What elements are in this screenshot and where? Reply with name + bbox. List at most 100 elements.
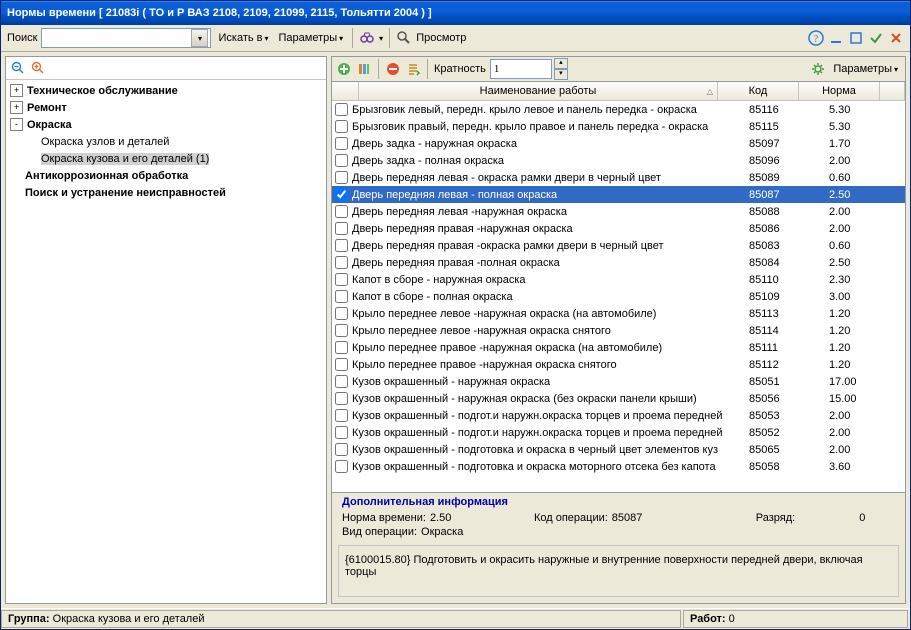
row-checkbox[interactable] (335, 392, 348, 405)
cell-norm: 1.20 (825, 342, 905, 354)
cell-norm: 1.20 (825, 359, 905, 371)
tree-node[interactable]: Антикоррозионная обработка (10, 167, 322, 184)
cell-name: Кузов окрашенный - подготовка и окраска … (350, 444, 745, 456)
table-row[interactable]: Кузов окрашенный - подгот.и наружн.окрас… (332, 407, 905, 424)
minimize-icon[interactable] (828, 30, 844, 46)
search-in-dropdown[interactable]: Искать в▾ (215, 32, 271, 44)
table-row[interactable]: Брызговик правый, передн. крыло правое и… (332, 118, 905, 135)
status-group-label: Группа: (8, 613, 50, 625)
table-row[interactable]: Крыло переднее левое -наружная окраска с… (332, 322, 905, 339)
grid-body[interactable]: Брызговик левый, передн. крыло левое и п… (332, 101, 905, 492)
row-checkbox[interactable] (335, 460, 348, 473)
help-icon[interactable]: ? (808, 30, 824, 46)
row-checkbox[interactable] (335, 443, 348, 456)
close-icon[interactable] (888, 30, 904, 46)
row-checkbox[interactable] (335, 103, 348, 116)
row-checkbox[interactable] (335, 120, 348, 133)
add-icon[interactable] (336, 61, 352, 77)
row-checkbox[interactable] (335, 188, 348, 201)
row-checkbox[interactable] (335, 324, 348, 337)
search-combo[interactable]: ▾ (41, 28, 211, 48)
col-code[interactable]: Код (718, 82, 799, 100)
chevron-down-icon[interactable]: ▾ (191, 29, 208, 47)
expand-icon[interactable]: - (10, 118, 23, 131)
tree-node[interactable]: -Окраска (10, 116, 322, 133)
cell-name: Кузов окрашенный - подгот.и наружн.окрас… (350, 427, 745, 439)
zoom-out-icon[interactable] (10, 60, 26, 76)
tree-view[interactable]: +Техническое обслуживание+Ремонт-Окраска… (6, 80, 326, 603)
gear-icon[interactable] (810, 61, 826, 77)
list-icon[interactable] (405, 61, 421, 77)
tree-node[interactable]: +Ремонт (10, 99, 322, 116)
row-checkbox[interactable] (335, 341, 348, 354)
cell-code: 85065 (745, 444, 825, 456)
search-input[interactable] (44, 31, 191, 45)
expand-icon[interactable]: + (10, 101, 23, 114)
table-row[interactable]: Дверь задка - полная окраска850962.00 (332, 152, 905, 169)
opcode-value: 85087 (612, 512, 672, 524)
multiplicity-input[interactable] (490, 59, 552, 79)
table-row[interactable]: Капот в сборе - наружная окраска851102.3… (332, 271, 905, 288)
table-row[interactable]: Дверь передняя правая -наружная окраска8… (332, 220, 905, 237)
col-name[interactable]: Наименование работы△ (359, 82, 718, 100)
table-row[interactable]: Крыло переднее левое -наружная окраска (… (332, 305, 905, 322)
table-row[interactable]: Капот в сборе - полная окраска851093.00 (332, 288, 905, 305)
row-checkbox[interactable] (335, 239, 348, 252)
cell-name: Брызговик правый, передн. крыло правое и… (350, 121, 745, 133)
row-checkbox[interactable] (335, 426, 348, 439)
row-checkbox[interactable] (335, 307, 348, 320)
table-row[interactable]: Брызговик левый, передн. крыло левое и п… (332, 101, 905, 118)
table-row[interactable]: Крыло переднее правое -наружная окраска … (332, 356, 905, 373)
zoom-icon[interactable] (396, 30, 412, 46)
cell-code: 85110 (745, 274, 825, 286)
norm-value: 2.50 (430, 512, 490, 524)
tree-node[interactable]: Окраска узлов и деталей (10, 133, 322, 150)
spin-down-icon[interactable]: ▾ (554, 69, 568, 80)
col-norm[interactable]: Норма (799, 82, 880, 100)
row-checkbox[interactable] (335, 222, 348, 235)
cell-name: Дверь передняя левая -наружная окраска (350, 206, 745, 218)
spin-up-icon[interactable]: ▴ (554, 58, 568, 69)
columns-icon[interactable] (356, 61, 372, 77)
row-checkbox[interactable] (335, 256, 348, 269)
row-checkbox[interactable] (335, 154, 348, 167)
tree-node[interactable]: Окраска кузова и его деталей (1) (10, 150, 322, 167)
row-checkbox[interactable] (335, 375, 348, 388)
params-dropdown[interactable]: Параметры▾ (276, 32, 347, 44)
multiplicity-spinner[interactable]: ▴▾ (490, 58, 568, 80)
table-row[interactable]: Крыло переднее правое -наружная окраска … (332, 339, 905, 356)
table-row[interactable]: Дверь задка - наружная окраска850971.70 (332, 135, 905, 152)
row-checkbox[interactable] (335, 358, 348, 371)
tree-node[interactable]: +Техническое обслуживание (10, 82, 322, 99)
table-row[interactable]: Кузов окрашенный - наружная окраска (без… (332, 390, 905, 407)
table-row[interactable]: Кузов окрашенный - подгот.и наружн.окрас… (332, 424, 905, 441)
row-checkbox[interactable] (335, 290, 348, 303)
table-row[interactable]: Дверь передняя правая -полная окраска850… (332, 254, 905, 271)
row-checkbox[interactable] (335, 171, 348, 184)
row-checkbox[interactable] (335, 409, 348, 422)
binoculars-icon[interactable] (359, 30, 375, 46)
table-row[interactable]: Кузов окрашенный - подготовка и окраска … (332, 441, 905, 458)
table-row[interactable]: Дверь передняя левая - полная окраска850… (332, 186, 905, 203)
table-row[interactable]: Дверь передняя правая -окраска рамки две… (332, 237, 905, 254)
table-row[interactable]: Кузов окрашенный - подготовка и окраска … (332, 458, 905, 475)
row-checkbox[interactable] (335, 205, 348, 218)
chevron-down-icon[interactable]: ▾ (379, 34, 383, 43)
view-label[interactable]: Просмотр (416, 32, 466, 44)
ok-icon[interactable] (868, 30, 884, 46)
table-row[interactable]: Кузов окрашенный - наружная окраска85051… (332, 373, 905, 390)
zoom-in-icon[interactable] (30, 60, 46, 76)
cell-code: 85114 (745, 325, 825, 337)
table-row[interactable]: Дверь передняя левая - окраска рамки две… (332, 169, 905, 186)
row-checkbox[interactable] (335, 137, 348, 150)
remove-icon[interactable] (385, 61, 401, 77)
maximize-icon[interactable] (848, 30, 864, 46)
tree-node[interactable]: Поиск и устранение неисправностей (10, 184, 322, 201)
table-row[interactable]: Дверь передняя левая -наружная окраска85… (332, 203, 905, 220)
row-checkbox[interactable] (335, 273, 348, 286)
cell-name: Капот в сборе - полная окраска (350, 291, 745, 303)
grid-params-dropdown[interactable]: Параметры▾ (830, 63, 901, 75)
expand-icon[interactable]: + (10, 84, 23, 97)
col-checkbox[interactable] (332, 82, 359, 100)
cell-code: 85096 (745, 155, 825, 167)
